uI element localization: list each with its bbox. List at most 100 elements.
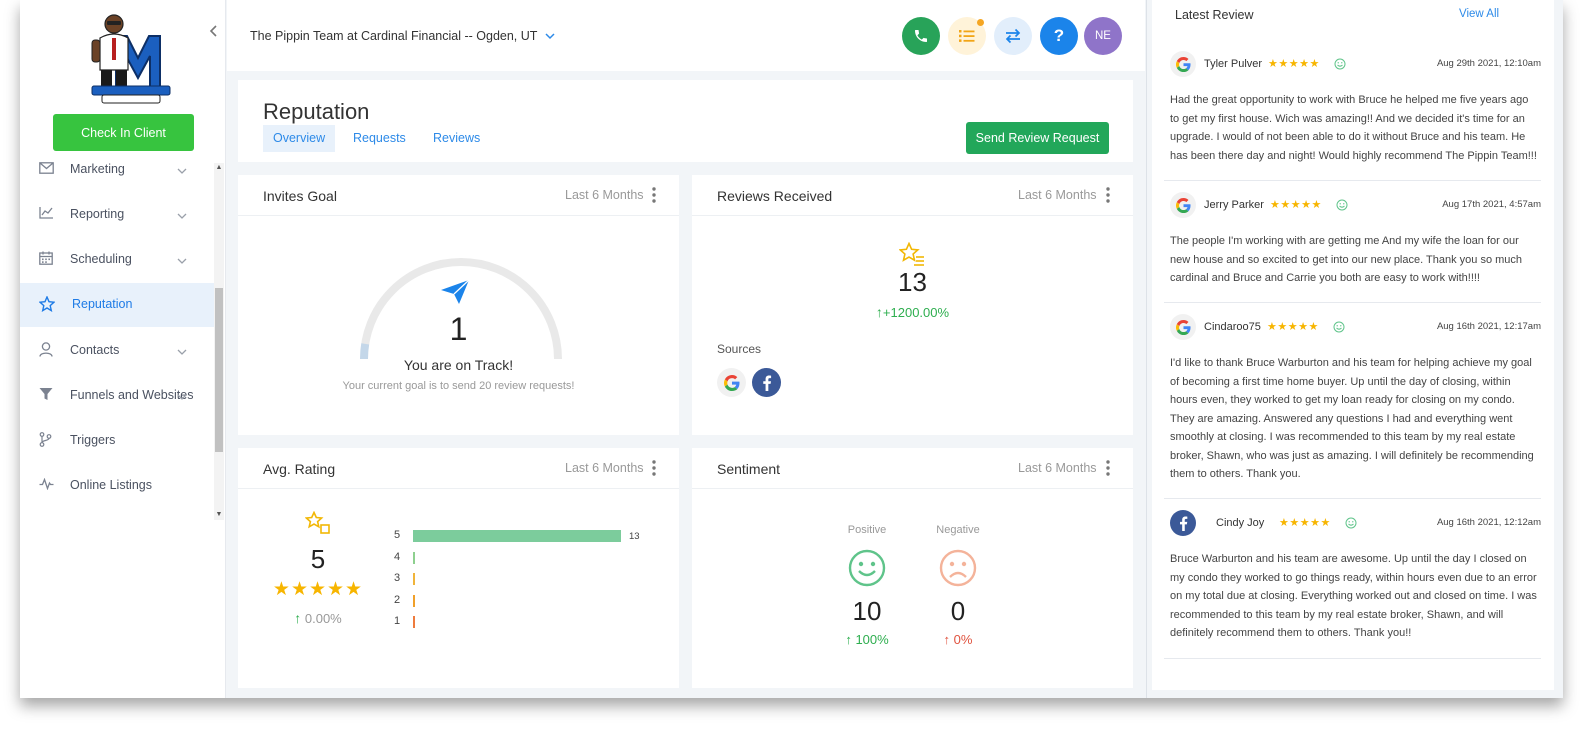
check-in-client-button[interactable]: Check In Client: [53, 114, 194, 151]
google-icon: [1170, 51, 1196, 77]
negative-count: 0: [950, 596, 966, 626]
reviews-received-count: 13: [898, 267, 927, 297]
invites-gauge: [359, 258, 562, 360]
goal-note: Your current goal is to send 20 review r…: [342, 380, 575, 392]
sidebar-item-contacts[interactable]: Contacts: [20, 329, 214, 373]
branch-icon: [39, 432, 55, 448]
scroll-down-icon[interactable]: ▼: [214, 510, 224, 520]
date-range[interactable]: Last 6 Months: [1018, 461, 1097, 475]
phone-icon: [915, 30, 927, 42]
review-stars: ★★★★★: [1270, 199, 1322, 211]
date-range[interactable]: Last 6 Months: [565, 188, 644, 202]
help-button[interactable]: ?: [1040, 17, 1078, 55]
review-item[interactable]: Cindaroo75 ★★★★★ Aug 16th 2021, 12:17am I'd…: [1164, 314, 1541, 499]
review-item[interactable]: Cindy Joy ★★★★★ Aug 16th 2021, 12:12am Bruc…: [1164, 510, 1541, 659]
date-range[interactable]: Last 6 Months: [565, 461, 644, 475]
avg-rating-value: 5: [310, 544, 326, 574]
location-selector[interactable]: The Pippin Team at Cardinal Financial --…: [250, 29, 555, 43]
avatar-initials: NE: [1095, 30, 1111, 42]
reviews-received-card: Reviews Received Last 6 Months 13 ↑+1200…: [692, 175, 1133, 435]
facebook-icon: [1170, 510, 1196, 536]
collapse-sidebar-icon[interactable]: [206, 24, 222, 42]
sidebar-item-label: Reporting: [70, 207, 125, 221]
phone-button[interactable]: [902, 17, 940, 55]
sidebar-scrollbar[interactable]: ▲ ▼: [214, 163, 224, 520]
rating-bar: [413, 616, 415, 628]
brand-logo[interactable]: [86, 8, 176, 104]
latest-review-panel: Latest Review View All Tyler Pulver ★★★★★…: [1146, 0, 1563, 698]
arrow-up-icon: ↑: [845, 632, 852, 647]
paper-plane-icon: [441, 279, 470, 304]
chevron-down-icon: [177, 388, 189, 400]
google-source-icon[interactable]: [717, 368, 746, 397]
arrow-up-icon: ↑: [943, 632, 951, 647]
review-text: Bruce Warburton and his team are awesome…: [1170, 553, 1537, 639]
sidebar-item-scheduling[interactable]: Scheduling: [20, 238, 214, 282]
sidebar-nav: Marketing Reporting Scheduling Reputation Co…: [20, 148, 216, 520]
google-icon: [1170, 192, 1196, 218]
rating-row-label: 1: [394, 615, 401, 627]
list-icon: [959, 30, 975, 42]
rating-breakdown-chart: 5 13 4 3 2 1: [388, 529, 658, 640]
review-stars: ★★★★★: [1268, 58, 1320, 70]
sidebar-item-label: Contacts: [70, 343, 120, 357]
card-title: Reviews Received: [717, 188, 833, 204]
sidebar-item-online-listings[interactable]: Online Listings: [20, 464, 214, 508]
user-avatar[interactable]: NE: [1084, 17, 1122, 55]
invites-count: 1: [449, 311, 468, 347]
avg-rating-stars: ★★★★★: [272, 579, 364, 600]
star-icon: [38, 295, 56, 313]
chart-line-icon: [39, 206, 55, 222]
more-options-icon[interactable]: [1104, 459, 1112, 477]
view-all-link[interactable]: View All: [1459, 8, 1499, 20]
calendar-icon: [39, 251, 55, 267]
sidebar-item-label: Online Listings: [70, 478, 152, 492]
positive-sentiment-icon: [1333, 320, 1345, 333]
date-range[interactable]: Last 6 Months: [1018, 188, 1097, 202]
sidebar-item-label: Scheduling: [70, 252, 132, 266]
rating-row-label: 2: [394, 593, 401, 606]
sidebar-item-reputation[interactable]: Reputation: [20, 283, 214, 327]
star-rating-icon: [305, 511, 330, 534]
facebook-source-icon[interactable]: [752, 368, 781, 397]
reviewer-name: Cindaroo75: [1204, 321, 1261, 333]
sidebar-item-label: Funnels and Websites: [70, 388, 194, 402]
star-list-icon: [899, 242, 924, 266]
sidebar-item-marketing[interactable]: Marketing: [20, 148, 214, 192]
rating-bar: [413, 530, 621, 542]
page-title: Reputation: [263, 99, 370, 124]
sidebar-item-reporting[interactable]: Reporting: [20, 193, 214, 237]
avg-rating-change: ↑ 0.00%: [294, 610, 342, 626]
reputation-header-card: Reputation Overview Requests Reviews Sen…: [238, 80, 1133, 162]
scroll-up-icon[interactable]: ▲: [214, 163, 224, 173]
review-stars: ★★★★★: [1267, 321, 1319, 333]
card-title: Invites Goal: [263, 188, 337, 204]
tab-overview[interactable]: Overview: [263, 125, 336, 152]
person-icon: [39, 342, 55, 358]
review-item[interactable]: Tyler Pulver ★★★★★ Aug 29th 2021, 12:10am H…: [1164, 51, 1541, 181]
sidebar-item-label: Reputation: [72, 297, 133, 311]
review-item[interactable]: Jerry Parker ★★★★★ Aug 17th 2021, 4:57am Th…: [1164, 192, 1541, 303]
more-options-icon[interactable]: [650, 459, 658, 477]
reviewer-name: Jerry Parker: [1204, 199, 1264, 211]
rating-row-label: 5: [394, 529, 401, 541]
tasks-button[interactable]: [948, 17, 986, 55]
positive-change: ↑ 100%: [845, 632, 889, 647]
chevron-down-icon: [177, 207, 189, 219]
review-date: Aug 16th 2021, 12:12am: [1436, 517, 1541, 528]
switch-account-button[interactable]: [994, 17, 1032, 55]
arrow-up-icon: ↑: [294, 610, 302, 626]
app-window: Check In Client Marketing Reporting Schedu…: [20, 0, 1563, 698]
more-options-icon[interactable]: [650, 186, 658, 204]
send-review-request-button[interactable]: Send Review Request: [966, 122, 1109, 154]
more-options-icon[interactable]: [1104, 186, 1112, 204]
review-text: The people I'm working with are getting …: [1170, 235, 1523, 284]
scrollbar-thumb[interactable]: [215, 288, 223, 452]
sidebar-item-triggers[interactable]: Triggers: [20, 419, 214, 463]
tab-requests[interactable]: Requests: [343, 125, 416, 152]
sidebar-item-funnels-and-websites[interactable]: Funnels and Websites: [20, 374, 214, 418]
positive-count: 10: [852, 596, 882, 626]
tab-reviews[interactable]: Reviews: [423, 125, 490, 152]
latest-review-card: Latest Review View All Tyler Pulver ★★★★★…: [1152, 0, 1554, 690]
reviewer-name: Cindy Joy: [1216, 517, 1265, 529]
